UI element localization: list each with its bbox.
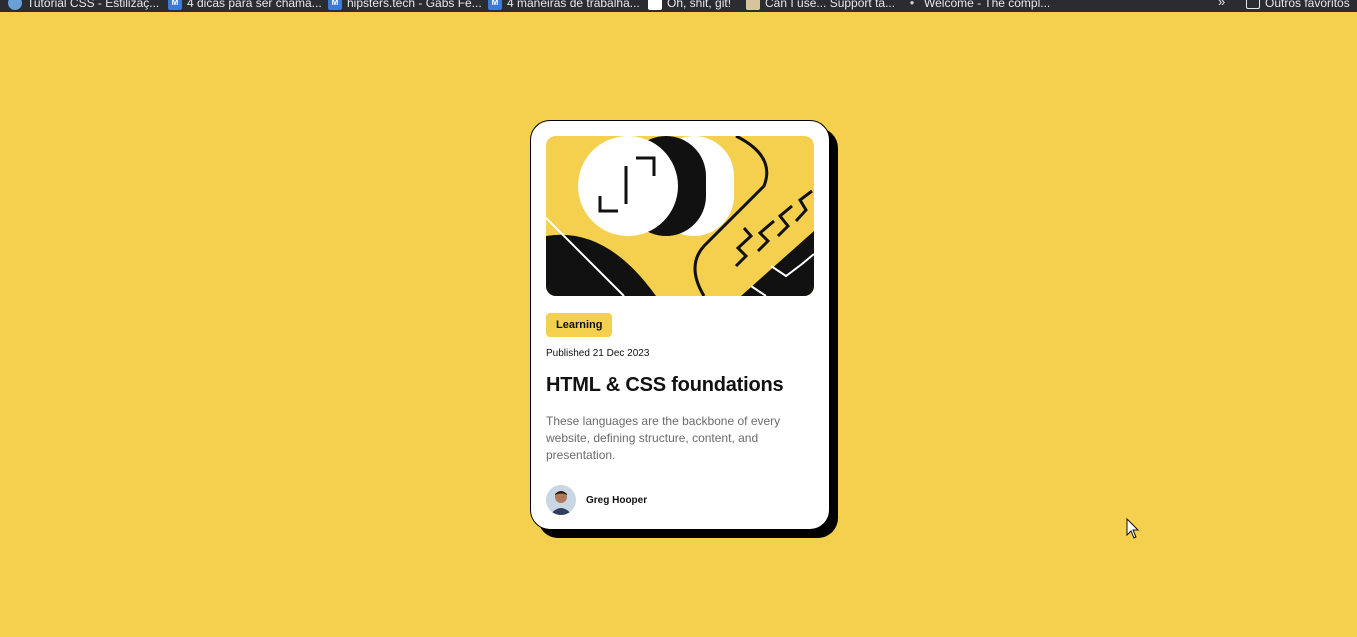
folder-icon: [1246, 0, 1260, 9]
blog-card: Learning Published 21 Dec 2023 HTML & CS…: [530, 120, 838, 538]
other-bookmarks-label: Outros favoritos: [1265, 0, 1350, 10]
more-bookmarks-button[interactable]: »: [1218, 0, 1225, 9]
bookmark-label: Welcome - The compl...: [924, 0, 1051, 10]
caniuse-icon: [746, 0, 760, 10]
medium-icon: M: [328, 0, 342, 10]
author-avatar: [546, 485, 576, 515]
card-description: These languages are the backbone of ever…: [546, 414, 781, 462]
bookmark-label: hipsters.tech - Gabs Fe...: [347, 0, 482, 10]
bookmark-label: 4 dicas para ser chama...: [187, 0, 322, 10]
bookmark-item[interactable]: M hipsters.tech - Gabs Fe...: [328, 0, 482, 11]
medium-icon: M: [488, 0, 502, 10]
bookmark-label: Tutorial CSS - Estilizaç...: [27, 0, 160, 10]
medium-icon: M: [168, 0, 182, 10]
author-name: Greg Hooper: [586, 494, 648, 506]
bookmark-label: Can I use... Support ta...: [765, 0, 896, 10]
card-body: Learning Published 21 Dec 2023 HTML & CS…: [530, 120, 830, 530]
category-tag: Learning: [546, 313, 613, 337]
published-date: Published 21 Dec 2023: [546, 348, 650, 359]
bookmark-item[interactable]: M 4 maneiras de trabalha...: [488, 0, 640, 11]
author: Greg Hooper: [546, 485, 647, 515]
globe-icon: [8, 0, 22, 10]
chat-icon: ●: [905, 0, 919, 10]
mouse-cursor-icon: [1126, 517, 1140, 545]
bookmark-label: 4 maneiras de trabalha...: [507, 0, 640, 10]
other-bookmarks-folder[interactable]: Outros favoritos: [1246, 0, 1350, 11]
bookmarks-bar: Tutorial CSS - Estilizaç... M 4 dicas pa…: [0, 0, 1357, 12]
bookmark-label: Oh, shit, git!: [667, 0, 732, 10]
card-title[interactable]: HTML & CSS foundations: [546, 374, 784, 397]
bookmark-item[interactable]: Oh, shit, git!: [648, 0, 731, 11]
bookmark-item[interactable]: Tutorial CSS - Estilizaç...: [8, 0, 159, 11]
bookmark-item[interactable]: Can I use... Support ta...: [746, 0, 895, 11]
bookmark-item[interactable]: ● Welcome - The compl...: [905, 0, 1050, 11]
bookmark-item[interactable]: M 4 dicas para ser chama...: [168, 0, 322, 11]
illustration-image: [546, 136, 814, 296]
git-icon: [648, 0, 662, 10]
